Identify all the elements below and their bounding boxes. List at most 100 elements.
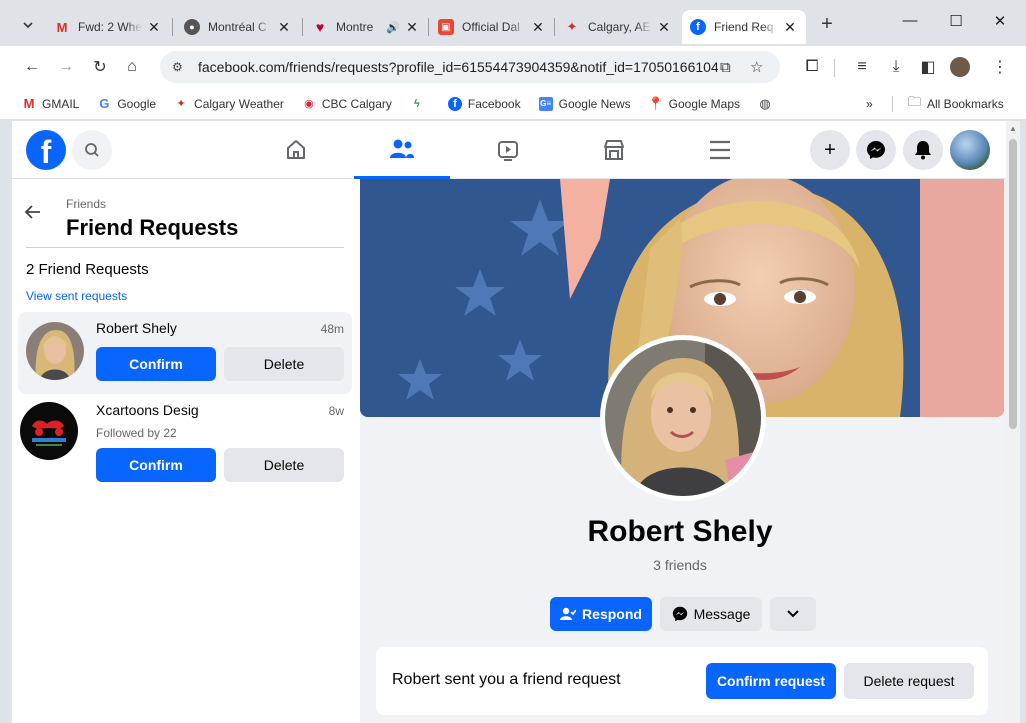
close-tab-icon[interactable]: ✕ [146, 19, 162, 36]
bookmark-green-app[interactable]: ϟ [410, 97, 430, 111]
confirm-button[interactable]: Confirm [96, 448, 216, 482]
browser-tab[interactable]: ● Montréal C ✕ [176, 10, 300, 44]
bookmark-star-icon[interactable]: ☆ [750, 51, 763, 83]
divider [26, 247, 344, 248]
media-control-icon[interactable]: ≡ [850, 55, 874, 79]
avatar[interactable] [26, 322, 84, 380]
gmail-icon: M [23, 96, 35, 111]
avatar[interactable] [20, 402, 78, 460]
tab-search-icon[interactable] [17, 14, 39, 36]
install-app-icon[interactable]: ⧉ [720, 51, 731, 83]
friend-count[interactable]: 3 friends [360, 557, 1000, 573]
browser-tab[interactable]: ♥ Montre 🔊 ✕ [304, 10, 428, 44]
profile-name: Robert Shely [587, 515, 773, 548]
breadcrumb[interactable]: Friends [66, 197, 106, 211]
url-text: facebook.com/friends/requests?profile_id… [198, 59, 718, 75]
minimize-button[interactable]: — [898, 12, 922, 34]
browser-tab[interactable]: ✦ Calgary, AE ✕ [556, 10, 680, 44]
confirm-button[interactable]: Confirm [96, 347, 216, 381]
profile-picture[interactable] [600, 335, 766, 501]
user-check-icon [560, 607, 577, 621]
reload-icon[interactable]: ↻ [88, 55, 112, 79]
browser-tab[interactable]: M Fwd: 2 Whe ✕ [46, 10, 170, 44]
back-arrow-icon[interactable]: ← [20, 55, 44, 79]
page-title: Friend Requests [66, 215, 239, 240]
side-panel-icon[interactable]: ◧ [916, 55, 940, 79]
close-tab-icon[interactable]: ✕ [530, 19, 546, 36]
marketplace-nav-icon[interactable] [566, 121, 662, 179]
bookmarks-bar: M GMAIL G Google ✦ Calgary Weather ◉ CBC… [0, 88, 1026, 120]
page-viewport: f + Friends Friend Requests 2 Friend Req… [12, 121, 1020, 723]
respond-button[interactable]: Respond [550, 597, 652, 631]
menu-nav-icon[interactable] [672, 121, 768, 179]
all-bookmarks-button[interactable]: 🗀 All Bookmarks [908, 88, 1004, 120]
home-nav-icon[interactable] [248, 121, 344, 179]
confirm-request-button[interactable]: Confirm request [706, 663, 836, 699]
globe-icon: ◍ [759, 95, 771, 111]
extensions-icon[interactable]: ⧠ [800, 55, 824, 79]
bookmark-gmail[interactable]: M GMAIL [22, 96, 80, 111]
requester-name[interactable]: Robert Shely [96, 320, 177, 336]
address-bar[interactable]: ⚙ facebook.com/friends/requests?profile_… [160, 51, 780, 83]
news-icon: ▣ [438, 19, 454, 35]
delete-button[interactable]: Delete [224, 347, 344, 381]
close-tab-icon[interactable]: ✕ [276, 19, 292, 36]
bookmark-globe[interactable]: ◍ [758, 95, 778, 111]
bookmark-cbc-calgary[interactable]: ◉ CBC Calgary [302, 97, 392, 111]
scroll-thumb[interactable] [1009, 139, 1017, 429]
close-tab-icon[interactable]: ✕ [656, 19, 672, 36]
notifications-bell-icon[interactable] [903, 130, 943, 170]
scroll-up-arrow-icon[interactable]: ▲ [1009, 125, 1017, 133]
friends-nav-icon[interactable] [354, 121, 450, 179]
bookmark-google-maps[interactable]: 📍 Google Maps [647, 95, 740, 111]
delete-request-button[interactable]: Delete request [844, 663, 974, 699]
site-settings-icon[interactable]: ⚙ [172, 60, 190, 74]
kebab-menu-icon[interactable]: ⋮ [988, 55, 1012, 79]
friend-request-item[interactable]: Robert Shely 48m Confirm Delete [18, 312, 352, 394]
bookmark-calgary-weather[interactable]: ✦ Calgary Weather [174, 97, 283, 111]
message-button[interactable]: Message [660, 597, 762, 631]
more-options-button[interactable] [770, 597, 816, 631]
friend-request-bar: Robert sent you a friend request Confirm… [376, 647, 988, 715]
audio-playing-icon[interactable]: 🔊 [386, 21, 400, 34]
profile-preview: Robert Shely 3 friends Respond Message R… [360, 179, 1006, 723]
request-message: Robert sent you a friend request [392, 671, 621, 688]
video-nav-icon[interactable] [460, 121, 556, 179]
google-icon: G [99, 96, 110, 111]
account-avatar[interactable] [950, 130, 990, 170]
bookmarks-overflow-button[interactable]: » [866, 88, 873, 120]
hockey-icon: ● [184, 19, 200, 35]
forward-arrow-icon[interactable]: → [54, 55, 78, 79]
browser-tabstrip: M Fwd: 2 Whe ✕ ● Montréal C ✕ ♥ Montre 🔊… [0, 0, 1026, 46]
close-window-button[interactable]: ✕ [988, 12, 1012, 34]
close-tab-icon[interactable]: ✕ [404, 19, 420, 36]
gmail-icon: M [56, 19, 68, 35]
map-pin-icon: 📍 [647, 95, 664, 111]
home-icon[interactable]: ⌂ [120, 55, 144, 79]
delete-button[interactable]: Delete [224, 448, 344, 482]
search-icon[interactable] [72, 130, 112, 170]
mutual-followers: Followed by 22 [96, 426, 177, 440]
browser-tab-active[interactable]: f Friend Req ✕ [682, 10, 806, 44]
create-plus-icon[interactable]: + [810, 130, 850, 170]
bookmark-google[interactable]: G Google [97, 96, 156, 111]
maximize-button[interactable]: ☐ [944, 12, 968, 34]
iheart-icon: ♥ [315, 19, 325, 35]
back-arrow-icon[interactable] [24, 203, 46, 225]
messenger-icon[interactable] [856, 130, 896, 170]
friend-request-item[interactable]: Xcartoons Desig 8w Followed by 22 Confir… [18, 394, 352, 482]
request-count: 2 Friend Requests [26, 261, 149, 278]
request-time: 8w [328, 404, 344, 418]
facebook-logo-icon[interactable]: f [26, 130, 66, 170]
download-icon[interactable]: ⤓ [884, 55, 908, 79]
bookmark-google-news[interactable]: G≡ Google News [538, 96, 631, 111]
requester-name[interactable]: Xcartoons Desig [96, 402, 199, 418]
bookmark-facebook[interactable]: f Facebook [447, 96, 521, 111]
close-tab-icon[interactable]: ✕ [782, 19, 798, 36]
page-scrollbar[interactable]: ▲ [1006, 121, 1020, 723]
folder-icon: 🗀 [908, 94, 922, 109]
browser-tab[interactable]: ▣ Official Dal ✕ [430, 10, 554, 44]
view-sent-requests-link[interactable]: View sent requests [26, 289, 127, 303]
profile-avatar-icon[interactable] [948, 55, 972, 79]
new-tab-button[interactable]: + [816, 14, 838, 36]
